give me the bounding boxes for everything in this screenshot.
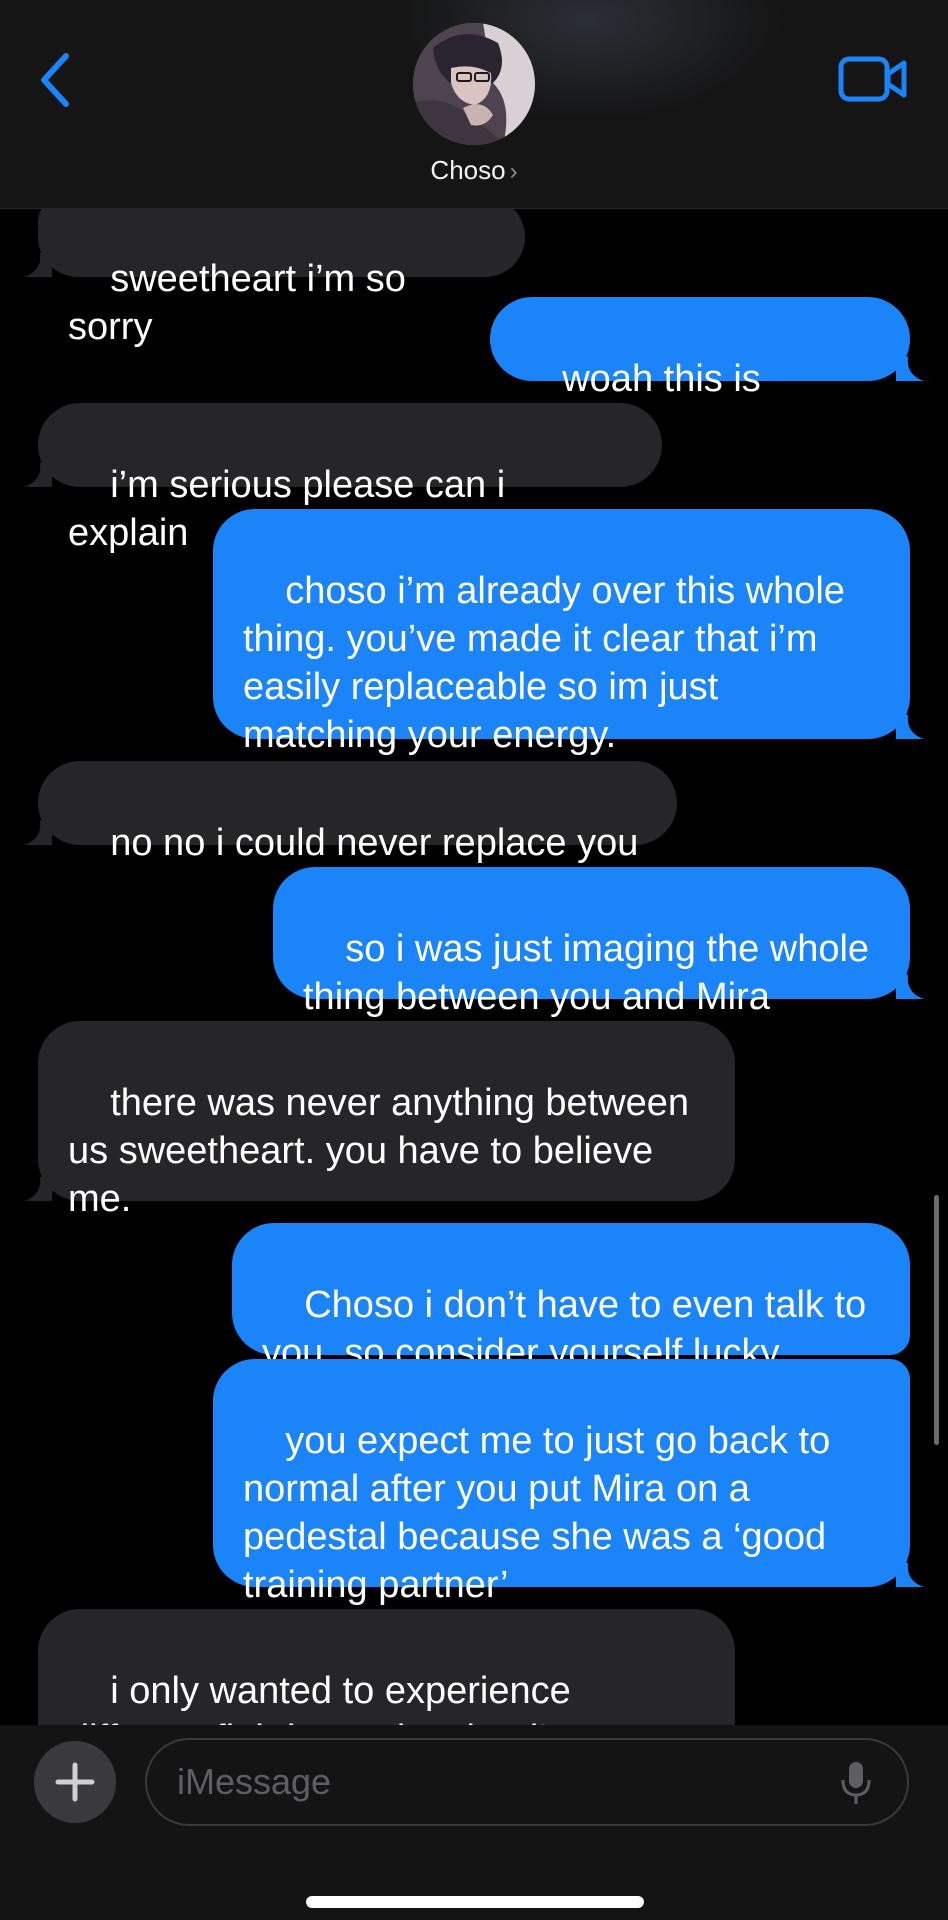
video-camera-icon[interactable] bbox=[838, 54, 908, 104]
message-incoming[interactable]: there was never anything between us swee… bbox=[24, 1021, 735, 1220]
bubble-tail bbox=[896, 711, 924, 739]
bubble-tail bbox=[24, 249, 52, 277]
message-text: no no i could never replace you bbox=[110, 822, 639, 864]
chevron-left-icon[interactable] bbox=[34, 50, 78, 110]
bubble-tail bbox=[24, 459, 52, 487]
microphone-icon[interactable] bbox=[840, 1760, 872, 1806]
message-outgoing[interactable]: Choso i don’t have to even talk to you. … bbox=[232, 1223, 910, 1374]
message-text: you expect me to just go back to normal … bbox=[243, 1420, 841, 1606]
bubble-tail bbox=[896, 1559, 924, 1587]
message-outgoing[interactable]: choso i’m already over this whole thing.… bbox=[213, 509, 924, 756]
message-outgoing[interactable]: so i was just imaging the whole thing be… bbox=[273, 867, 924, 1018]
home-indicator[interactable] bbox=[306, 1896, 644, 1908]
plus-icon[interactable] bbox=[34, 1741, 116, 1823]
scrollbar[interactable] bbox=[934, 1195, 939, 1445]
message-thread[interactable]: sweetheart i’m so sorry woah this is sud… bbox=[0, 0, 948, 1725]
message-text: i only wanted to experience different fi… bbox=[68, 1670, 578, 1725]
message-incoming[interactable]: no no i could never replace you bbox=[24, 761, 677, 864]
bubble-tail bbox=[24, 817, 52, 845]
contact-name: Choso bbox=[430, 155, 506, 185]
message-input[interactable] bbox=[145, 1738, 909, 1826]
conversation-header: Choso › bbox=[0, 0, 948, 209]
message-outgoing[interactable]: you expect me to just go back to normal … bbox=[213, 1359, 924, 1606]
message-text: there was never anything between us swee… bbox=[68, 1082, 700, 1220]
message-incoming[interactable]: i’m serious please can i explain bbox=[24, 403, 662, 554]
message-incoming[interactable]: sweetheart i’m so sorry bbox=[24, 197, 525, 348]
message-incoming[interactable]: i only wanted to experience different fi… bbox=[38, 1609, 735, 1725]
message-text: choso i’m already over this whole thing.… bbox=[243, 570, 856, 756]
contact-name-button[interactable]: Choso › bbox=[0, 155, 948, 186]
bubble-tail bbox=[24, 1173, 52, 1201]
message-text: so i was just imaging the whole thing be… bbox=[303, 928, 880, 1018]
message-outgoing[interactable]: woah this is sudden bbox=[490, 297, 924, 448]
bubble-tail bbox=[896, 971, 924, 999]
chevron-right-icon: › bbox=[509, 158, 518, 185]
message-text: sweetheart i’m so sorry bbox=[68, 258, 417, 348]
bubble-tail bbox=[896, 353, 924, 381]
avatar[interactable] bbox=[413, 23, 535, 145]
